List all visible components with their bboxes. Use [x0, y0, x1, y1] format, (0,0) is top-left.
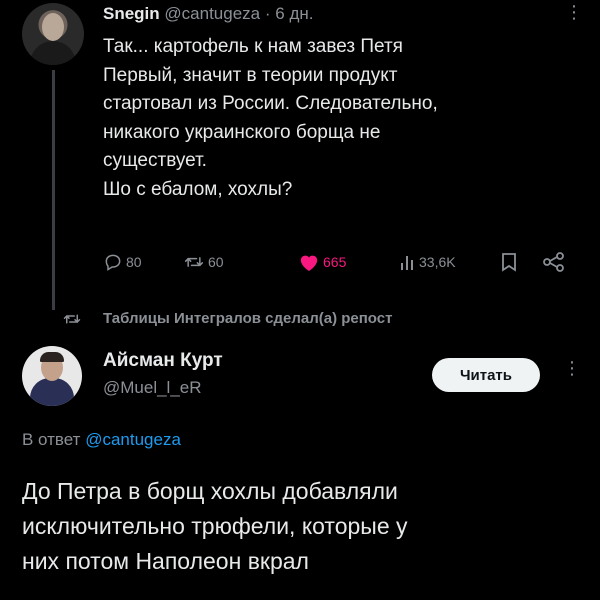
heart-icon [300, 255, 318, 272]
tweet-text: До Петра в борщ хохлы добавляли исключит… [22, 474, 582, 579]
repost-button[interactable]: 60 [183, 250, 224, 274]
parent-tweet[interactable]: Snegin @cantugeza · 6 дн. ⋮ Так... карто… [0, 0, 600, 310]
reply-to-handle-link[interactable]: @cantugeza [85, 430, 181, 449]
avatar-body [30, 378, 74, 406]
reply-count: 80 [126, 254, 142, 270]
tweet-text-line: Шо с ебалом, хохлы? [103, 178, 293, 200]
repost-text[interactable]: Таблицы Интегралов сделал(а) репост [103, 310, 392, 327]
like-count: 665 [323, 254, 347, 270]
action-bar: 80 60 665 33,6K [103, 250, 573, 274]
tweet-text-line: До Петра в борщ хохлы добавляли [22, 478, 398, 504]
repost-count: 60 [208, 254, 224, 270]
share-icon [543, 252, 564, 272]
tweet-text-line: стартовал из России. Следовательно, [103, 93, 438, 114]
author-handle[interactable]: @cantugeza [164, 4, 260, 23]
avatar-face [42, 13, 64, 41]
avatar-shoulders [30, 41, 76, 65]
more-options-icon[interactable]: ⋮ [565, 3, 583, 21]
more-options-icon[interactable]: ⋮ [563, 359, 581, 377]
tweet-text-line: существует. [103, 150, 207, 171]
bookmark-icon [502, 253, 516, 272]
follow-button[interactable]: Читать [432, 358, 540, 392]
author-handle[interactable]: @Muel_l_eR [103, 378, 202, 398]
reply-icon [105, 254, 121, 271]
bookmark-button[interactable] [501, 250, 520, 274]
views-icon [401, 256, 413, 270]
views-count: 33,6K [419, 254, 456, 270]
separator: · [264, 4, 271, 23]
tweet-text-line: Так... картофель к нам завез Петя [103, 36, 403, 57]
thread-line [52, 70, 55, 310]
tweet-screen: Snegin @cantugeza · 6 дн. ⋮ Так... карто… [0, 0, 600, 600]
tweet-text-line: Первый, значит в теории продукт [103, 64, 398, 86]
tweet-header: Snegin @cantugeza · 6 дн. [103, 3, 313, 25]
author-name[interactable]: Айсман Курт [103, 350, 223, 372]
reply-to-prefix: В ответ [22, 430, 81, 449]
tweet-text: Так... картофель к нам завез Петя Первый… [103, 33, 573, 204]
avatar[interactable] [22, 346, 82, 406]
tweet-text-line: никакого украинского борща не [103, 121, 381, 143]
like-button[interactable]: 665 [298, 250, 346, 274]
share-button[interactable] [543, 250, 568, 274]
reply-button[interactable]: 80 [103, 250, 142, 274]
repost-banner[interactable]: Таблицы Интегралов сделал(а) репост [0, 308, 600, 332]
tweet-text-line: исключительно трюфели, которые у [22, 513, 408, 539]
timestamp[interactable]: 6 дн. [275, 4, 313, 23]
repost-small-icon [63, 314, 81, 324]
reply-to-line: В ответ @cantugeza [22, 430, 181, 450]
avatar[interactable] [22, 3, 84, 65]
author-name[interactable]: Snegin [103, 4, 160, 23]
views-button[interactable]: 33,6K [400, 250, 456, 274]
avatar-hair [40, 352, 64, 362]
repost-icon [184, 257, 204, 267]
tweet-text-line: них потом Наполеон вкрал [22, 548, 309, 574]
